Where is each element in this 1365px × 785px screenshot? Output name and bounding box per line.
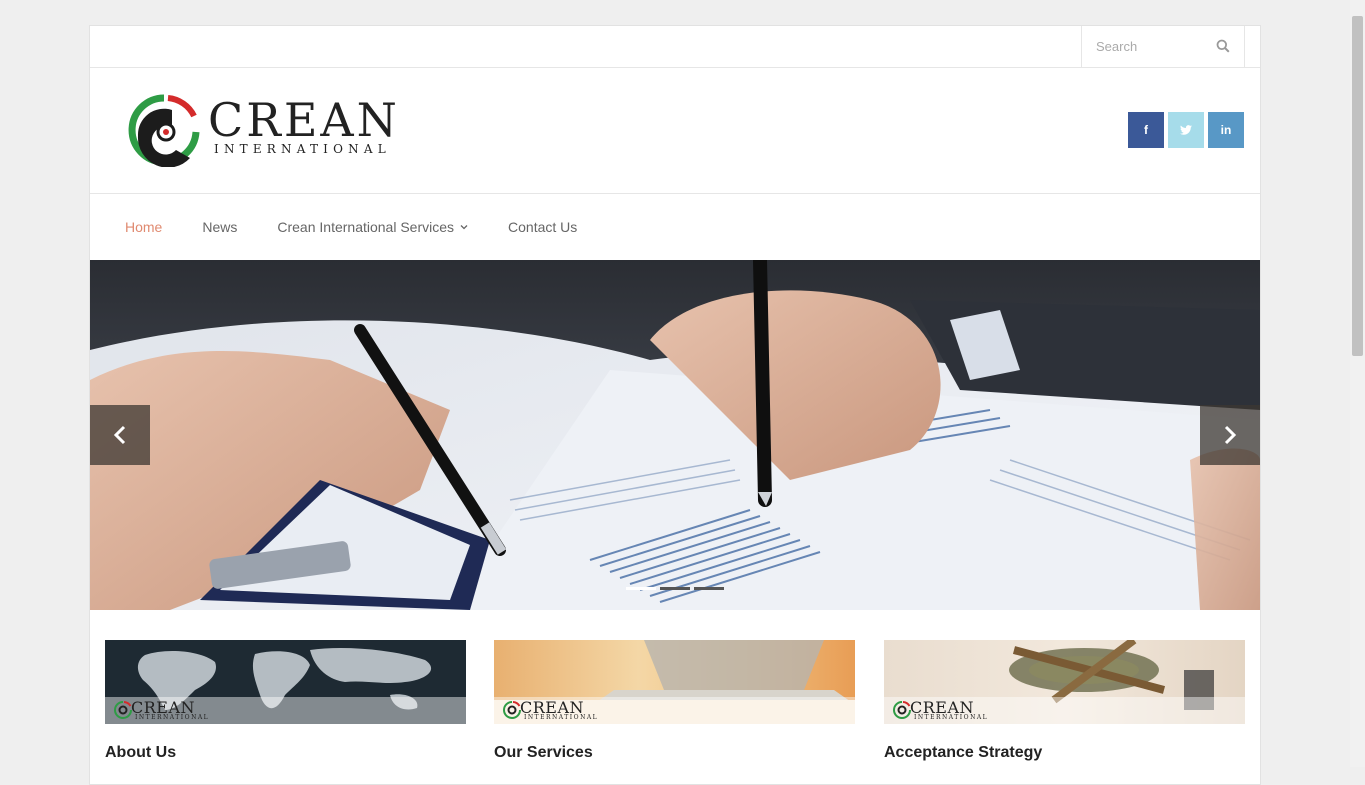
- card-our-services[interactable]: CREAN INTERNATIONAL Our Services: [494, 640, 855, 762]
- card-brand-sub: INTERNATIONAL: [914, 714, 989, 721]
- slider-dot-3[interactable]: [694, 587, 724, 590]
- card-thumbnail: CREAN INTERNATIONAL: [105, 640, 466, 724]
- slider-dot-2[interactable]: [660, 587, 690, 590]
- twitter-icon: [1180, 125, 1192, 135]
- card-acceptance-strategy[interactable]: CREAN INTERNATIONAL Acceptance Strategy: [884, 640, 1245, 762]
- hero-slider[interactable]: [90, 260, 1260, 610]
- search-box: [1081, 26, 1245, 67]
- linkedin-button[interactable]: in: [1208, 112, 1244, 148]
- social-links: f in: [1128, 112, 1244, 148]
- card-brand-overlay: CREAN INTERNATIONAL: [105, 697, 466, 724]
- chevron-down-icon: [460, 225, 468, 230]
- nav-item-label: Home: [125, 219, 163, 235]
- search-icon[interactable]: [1216, 39, 1230, 53]
- site-header: CREAN INTERNATIONAL f in: [90, 67, 1260, 194]
- logo-wordmark: CREAN: [208, 93, 400, 147]
- page-scrollbar[interactable]: [1350, 0, 1365, 767]
- card-title[interactable]: About Us: [105, 744, 466, 762]
- nav-item-services[interactable]: Crean International Services: [277, 219, 468, 235]
- card-title[interactable]: Acceptance Strategy: [884, 744, 1245, 762]
- twitter-button[interactable]: [1168, 112, 1204, 148]
- nav-item-label: Crean International Services: [277, 219, 455, 235]
- nav-item-label: Contact Us: [508, 219, 578, 235]
- nav-item-home[interactable]: Home: [125, 219, 162, 235]
- chevron-left-icon: [113, 425, 126, 445]
- slider-pagination: [626, 587, 724, 590]
- card-thumbnail: CREAN INTERNATIONAL: [884, 640, 1245, 724]
- search-input[interactable]: [1082, 26, 1216, 66]
- logo-emblem-icon: [114, 701, 132, 719]
- nav-item-news[interactable]: News: [202, 219, 237, 235]
- nav-item-label: News: [202, 219, 238, 235]
- slider-prev-button[interactable]: [90, 405, 150, 465]
- slide-image: [90, 260, 1260, 610]
- facebook-button[interactable]: f: [1128, 112, 1164, 148]
- slider-next-button[interactable]: [1200, 405, 1260, 465]
- card-thumbnail: CREAN INTERNATIONAL: [494, 640, 855, 724]
- scrollbar-thumb[interactable]: [1352, 16, 1363, 356]
- card-title[interactable]: Our Services: [494, 744, 855, 762]
- card-brand-overlay: CREAN INTERNATIONAL: [494, 697, 855, 724]
- logo-emblem-icon: [893, 701, 911, 719]
- chevron-right-icon: [1224, 425, 1237, 445]
- site-logo[interactable]: CREAN INTERNATIONAL: [124, 92, 424, 168]
- card-brand-sub: INTERNATIONAL: [524, 714, 599, 721]
- card-brand-sub: INTERNATIONAL: [135, 714, 210, 721]
- main-navigation: Home News Crean International Services C…: [90, 194, 1260, 260]
- top-bar: [90, 26, 1260, 68]
- slider-dot-1[interactable]: [626, 587, 656, 590]
- card-brand-overlay: CREAN INTERNATIONAL: [884, 697, 1245, 724]
- logo-emblem-icon: [503, 701, 521, 719]
- card-about-us[interactable]: CREAN INTERNATIONAL About Us: [105, 640, 466, 762]
- logo-subtitle: INTERNATIONAL: [214, 142, 391, 156]
- nav-item-contact[interactable]: Contact Us: [508, 219, 577, 235]
- page-container: CREAN INTERNATIONAL f in Home News Crean…: [89, 25, 1261, 785]
- logo-emblem-icon: [128, 94, 200, 168]
